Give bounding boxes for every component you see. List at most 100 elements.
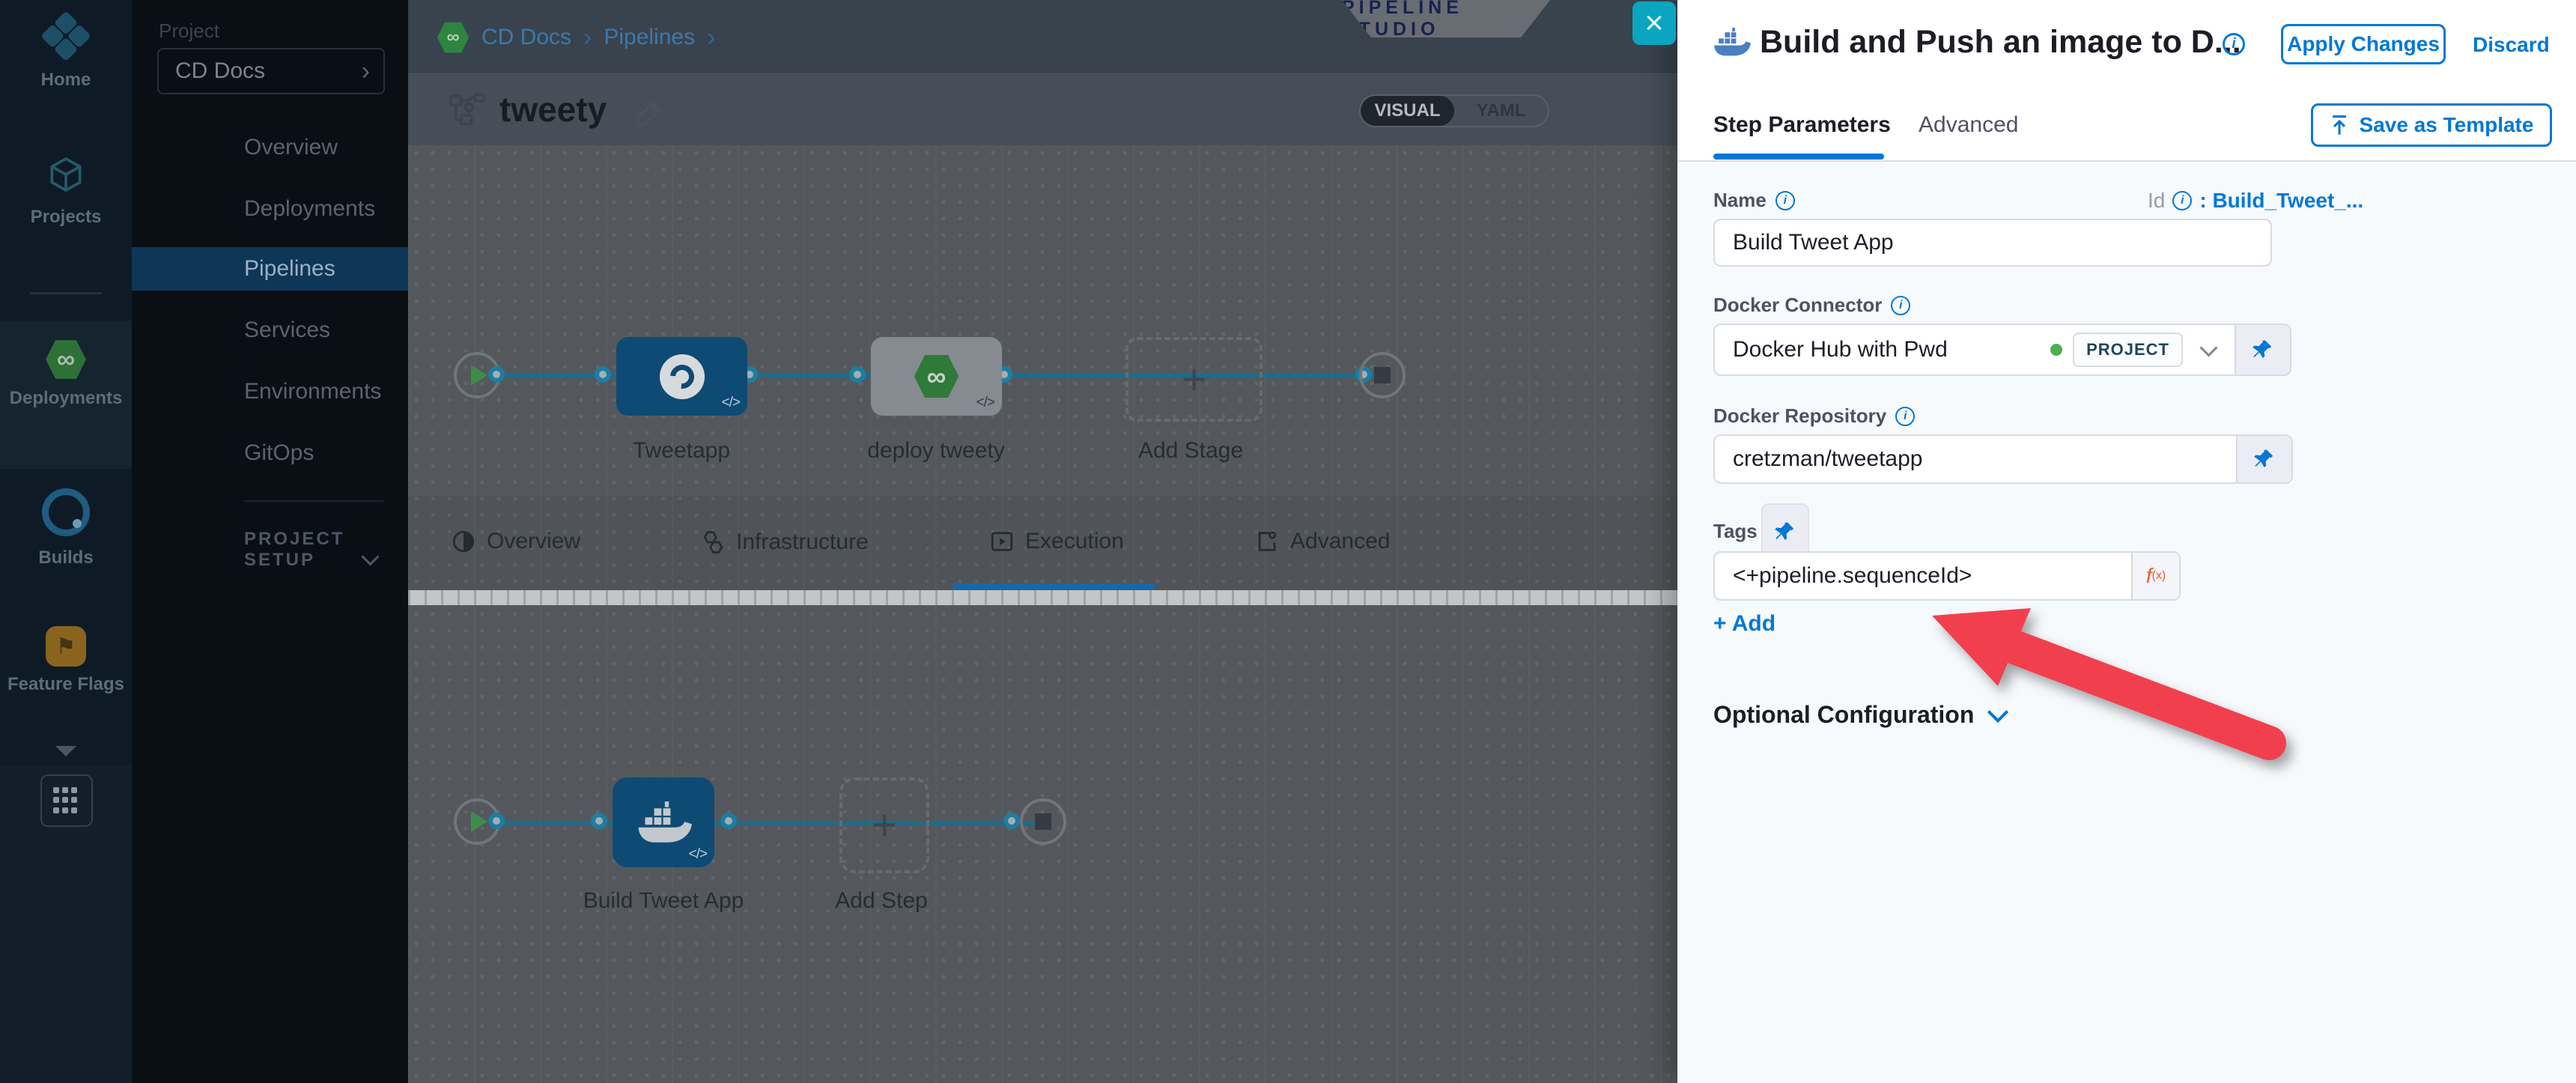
id-value[interactable]: : Build_Tweet_...: [2199, 189, 2363, 213]
tag-input-row[interactable]: <+pipeline.sequenceId> f(x): [1713, 551, 2181, 601]
project-selector-value: CD Docs: [175, 58, 362, 84]
docker-connector-label: Docker Connectori: [1713, 294, 1910, 317]
info-icon[interactable]: i: [1895, 407, 1915, 426]
save-as-template-button[interactable]: Save as Template: [2311, 103, 2552, 147]
runtime-pin-section[interactable]: [2235, 325, 2290, 374]
sidebar-item-home[interactable]: Home: [0, 18, 132, 91]
builds-icon: [42, 488, 90, 536]
optional-configuration-label: Optional Configuration: [1713, 701, 1974, 729]
sidebar-item-projects[interactable]: Projects: [0, 154, 132, 228]
tab-separator: ›: [920, 529, 929, 558]
breadcrumb-link-project[interactable]: CD Docs: [482, 25, 571, 50]
optional-configuration-toggle[interactable]: Optional Configuration: [1713, 701, 2005, 729]
sidebar-item-services[interactable]: Services: [132, 309, 408, 352]
rail-item-label: Deployments: [0, 388, 132, 409]
nav-divider: [244, 500, 383, 502]
docker-icon: [1712, 25, 1751, 58]
add-stage-button[interactable]: +: [1126, 337, 1263, 422]
connector-status-dot: [2050, 344, 2062, 356]
chevron-down-icon: [1987, 701, 2008, 722]
project-section-label: Project: [159, 19, 219, 43]
stage-label: Tweetapp: [633, 438, 730, 464]
link-port: [595, 366, 611, 383]
feature-flags-icon: ⚑: [46, 626, 86, 667]
breadcrumb-separator: ›: [707, 23, 715, 52]
link-port: [591, 813, 607, 829]
tab-step-parameters[interactable]: Step Parameters: [1713, 112, 1891, 138]
breadcrumb-separator: ›: [583, 23, 592, 52]
drawer-tabs: Step Parameters Advanced Save as Templat…: [1677, 88, 2576, 162]
tab-overview[interactable]: Overview: [451, 529, 580, 554]
docker-repository-label: Docker Repositoryi: [1713, 404, 1915, 428]
home-icon: [37, 10, 94, 67]
sidebar-item-gitops[interactable]: GitOps: [132, 431, 408, 475]
sidebar-item-builds[interactable]: Builds: [0, 488, 132, 568]
sidebar-item-overview[interactable]: Overview: [132, 126, 408, 169]
play-icon: [471, 811, 487, 832]
close-icon: ×: [1644, 4, 1664, 42]
info-icon[interactable]: i: [2223, 33, 2245, 55]
pipeline-studio-ribbon: PIPELINE STUDIO: [1342, 0, 1550, 37]
docker-connector-select[interactable]: Docker Hub with Pwd PROJECT: [1713, 324, 2291, 376]
advanced-tab-icon: [1254, 529, 1280, 554]
sidebar-item-pipelines[interactable]: Pipelines: [132, 247, 408, 291]
discard-button[interactable]: Discard: [2473, 33, 2550, 57]
info-icon[interactable]: i: [1775, 191, 1795, 210]
sidebar-item-feature-flags[interactable]: ⚑ Feature Flags: [0, 626, 132, 695]
tab-execution[interactable]: Execution: [989, 529, 1124, 554]
edit-pencil-icon[interactable]: [633, 97, 666, 130]
link-port: [720, 813, 737, 829]
play-icon: [471, 365, 487, 386]
code-badge-icon: </>: [689, 846, 707, 863]
apply-changes-button[interactable]: Apply Changes: [2281, 24, 2446, 64]
sidebar-item-environments[interactable]: Environments: [132, 370, 408, 413]
stage-node-deploy-tweety[interactable]: ∞ </>: [871, 337, 1002, 416]
exec-end-node: [1020, 798, 1066, 845]
tab-separator: ›: [1184, 529, 1192, 558]
toggle-yaml[interactable]: YAML: [1454, 96, 1548, 126]
runtime-pin-section[interactable]: [2236, 436, 2291, 482]
expression-fx-button[interactable]: f(x): [2131, 553, 2179, 599]
module-rail: Home Projects ∞ Deployments Builds ⚑ Fea…: [0, 0, 132, 1083]
drawer-header: Build and Push an image to D... i Apply …: [1677, 0, 2576, 90]
step-node-build-tweet-app[interactable]: </>: [613, 777, 714, 867]
tab-advanced[interactable]: Advanced: [1919, 112, 2018, 138]
toggle-visual[interactable]: VISUAL: [1361, 96, 1454, 126]
info-icon[interactable]: i: [1891, 296, 1910, 315]
sidebar-item-deployments[interactable]: ∞ Deployments: [0, 339, 132, 409]
step-label: Build Tweet App: [583, 888, 744, 914]
build-stage-icon: [660, 354, 705, 399]
project-selector[interactable]: CD Docs ›: [157, 48, 385, 94]
tab-label: Advanced: [1290, 529, 1390, 554]
stage-node-tweetapp[interactable]: </>: [616, 337, 747, 416]
rail-more-chevron[interactable]: [0, 746, 132, 760]
tab-infrastructure[interactable]: Infrastructure: [699, 529, 869, 556]
add-tag-link[interactable]: + Add: [1713, 611, 1775, 637]
tab-separator: ›: [639, 529, 647, 558]
project-setup-toggle[interactable]: PROJECT SETUP: [244, 529, 408, 571]
apps-grid-button[interactable]: [40, 774, 93, 827]
upload-icon: [2330, 115, 2349, 136]
step-id: Id i : Build_Tweet_...: [2148, 189, 2363, 213]
info-icon[interactable]: i: [2172, 191, 2192, 210]
cube-icon: [45, 154, 87, 195]
tab-advanced[interactable]: Advanced: [1254, 529, 1390, 554]
repository-value: cretzman/tweetapp: [1733, 446, 1922, 472]
pipeline-icon: [447, 89, 489, 131]
docker-repository-field[interactable]: cretzman/tweetapp: [1713, 434, 2293, 484]
scope-tag: PROJECT: [2073, 333, 2183, 367]
docker-icon: [634, 801, 693, 844]
deploy-stage-icon: ∞: [914, 354, 960, 400]
project-setup-label: PROJECT SETUP: [244, 529, 344, 570]
pin-icon: [1774, 521, 1796, 543]
add-step-button[interactable]: +: [839, 777, 929, 873]
name-input[interactable]: [1713, 219, 2272, 267]
rail-divider: [30, 292, 102, 294]
deployments-icon: ∞: [45, 339, 87, 380]
deployments-module-icon: ∞: [437, 21, 470, 54]
breadcrumb-link-pipelines[interactable]: Pipelines: [604, 25, 695, 50]
sidebar-item-deployments-nav[interactable]: Deployments: [132, 187, 408, 231]
close-drawer-button[interactable]: ×: [1632, 1, 1676, 45]
tab-label: Execution: [1025, 529, 1124, 554]
code-badge-icon: </>: [722, 395, 740, 411]
